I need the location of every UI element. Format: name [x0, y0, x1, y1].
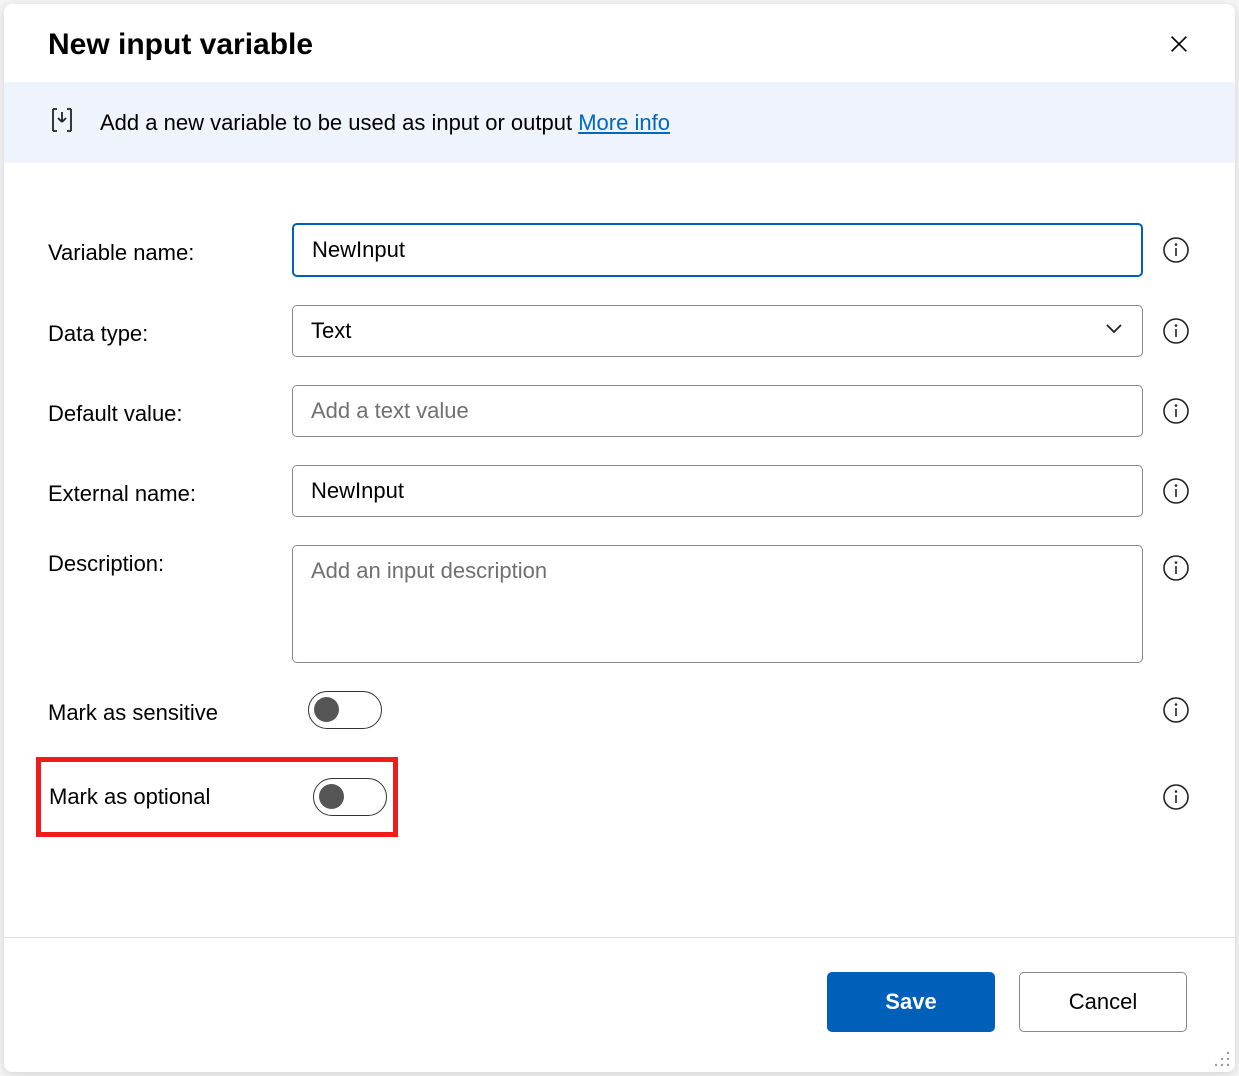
input-variable-icon: [48, 106, 76, 139]
mark-sensitive-label: Mark as sensitive: [48, 694, 308, 726]
dialog-header: New input variable: [4, 4, 1235, 82]
mark-sensitive-row: Mark as sensitive: [48, 691, 1191, 729]
dialog-footer: Save Cancel: [4, 937, 1235, 1072]
data-type-row: Data type: Text: [48, 305, 1191, 357]
save-button[interactable]: Save: [827, 972, 995, 1032]
mark-optional-highlight: Mark as optional: [36, 757, 398, 837]
info-icon[interactable]: [1161, 396, 1191, 426]
default-value-label: Default value:: [48, 395, 292, 427]
variable-name-label: Variable name:: [48, 234, 292, 266]
external-name-label: External name:: [48, 475, 292, 507]
mark-sensitive-toggle[interactable]: [308, 691, 382, 729]
info-icon[interactable]: [1161, 782, 1191, 812]
resize-grip[interactable]: [1213, 1050, 1231, 1068]
close-button[interactable]: [1163, 29, 1195, 61]
mark-optional-label: Mark as optional: [49, 784, 313, 810]
dialog-title: New input variable: [48, 28, 313, 62]
data-type-value: Text: [311, 318, 351, 344]
default-value-input[interactable]: [292, 385, 1143, 437]
info-icon[interactable]: [1161, 235, 1191, 265]
info-icon[interactable]: [1161, 695, 1191, 725]
description-row: Description:: [48, 545, 1191, 663]
cancel-button[interactable]: Cancel: [1019, 972, 1187, 1032]
info-icon[interactable]: [1161, 476, 1191, 506]
variable-name-input[interactable]: [292, 223, 1143, 277]
external-name-input[interactable]: [292, 465, 1143, 517]
form-body: Variable name: Data type: Text: [4, 163, 1235, 937]
close-icon: [1168, 33, 1190, 58]
new-input-variable-dialog: New input variable Add a new variable to…: [4, 4, 1235, 1072]
banner-text: Add a new variable to be used as input o…: [100, 110, 670, 136]
description-label: Description:: [48, 545, 292, 577]
chevron-down-icon: [1104, 318, 1124, 344]
variable-name-row: Variable name:: [48, 223, 1191, 277]
more-info-link[interactable]: More info: [578, 110, 670, 135]
mark-optional-toggle[interactable]: [313, 778, 387, 816]
description-textarea[interactable]: [292, 545, 1143, 663]
data-type-select[interactable]: Text: [292, 305, 1143, 357]
data-type-label: Data type:: [48, 315, 292, 347]
info-banner: Add a new variable to be used as input o…: [4, 82, 1235, 163]
default-value-row: Default value:: [48, 385, 1191, 437]
external-name-row: External name:: [48, 465, 1191, 517]
info-icon[interactable]: [1161, 553, 1191, 583]
info-icon[interactable]: [1161, 316, 1191, 346]
